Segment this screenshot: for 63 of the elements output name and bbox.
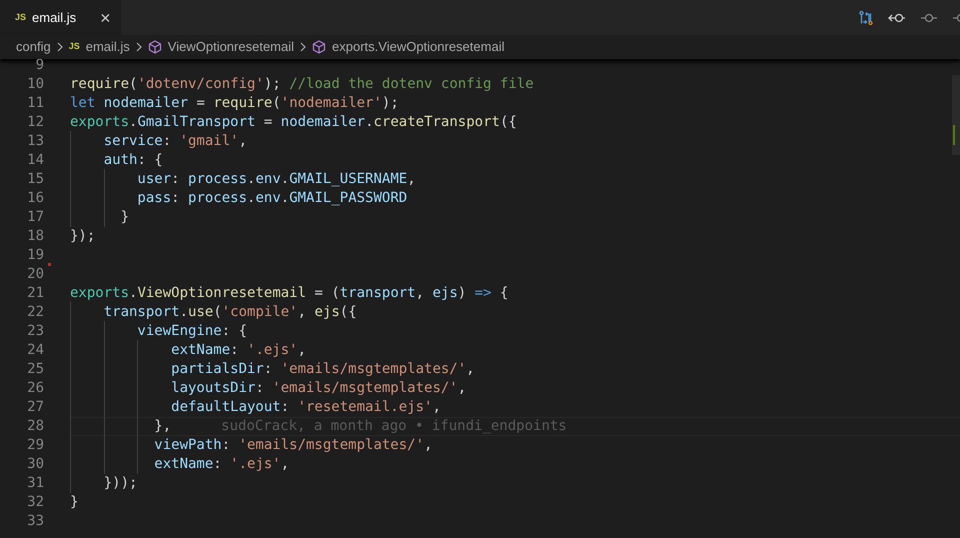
line-number: 31 — [26, 474, 44, 493]
line-number: 10 — [26, 75, 44, 94]
gutter-change-marker — [48, 263, 51, 266]
line-number: 19 — [26, 246, 44, 265]
breadcrumb-item[interactable]: exports.ViewOptionresetemail — [332, 37, 504, 57]
js-file-icon: JS — [15, 10, 26, 24]
line-number: 13 — [26, 132, 44, 151]
code-line: service: 'gmail', — [70, 131, 248, 152]
line-number: 25 — [26, 360, 44, 379]
line-number: 18 — [26, 227, 44, 246]
breadcrumb-item[interactable]: ViewOptionresetemail — [168, 37, 294, 57]
code-line: user: process.env.GMAIL_USERNAME, — [70, 169, 416, 190]
chevron-right-icon — [299, 42, 308, 52]
code-line: viewPath: 'emails/msgtemplates/', — [70, 435, 432, 456]
code-line: extName: '.ejs', — [70, 454, 290, 475]
code-line: exports.ViewOptionresetemail = (transport, ejs) => { — [70, 284, 508, 303]
editor-tab[interactable]: JS email.js × — [0, 0, 121, 35]
line-number: 26 — [26, 379, 44, 398]
line-number: 32 — [26, 493, 44, 512]
code-line: })); — [70, 473, 138, 494]
line-number: 33 — [26, 512, 44, 531]
code-line: }, — [70, 416, 172, 437]
line-number: 30 — [26, 455, 44, 474]
line-number: 23 — [26, 322, 44, 341]
cube-icon — [148, 40, 162, 54]
minimap-change-marker — [953, 125, 955, 145]
line-number: 15 — [26, 170, 44, 189]
code-line: }); — [70, 227, 96, 246]
js-file-icon: JS — [68, 40, 80, 54]
tab-label: email.js — [32, 8, 76, 27]
line-number: 29 — [26, 436, 44, 455]
compare-changes-icon[interactable] — [858, 10, 874, 26]
breadcrumb-item[interactable]: email.js — [86, 37, 130, 57]
code-line: let nodemailer = require('nodemailer'); — [70, 94, 399, 113]
line-number: 11 — [26, 94, 44, 113]
line-number: 27 — [26, 398, 44, 417]
chevron-right-icon — [134, 42, 143, 52]
code-line: pass: process.env.GMAIL_PASSWORD — [70, 188, 408, 209]
code-line: layoutsDir: 'emails/msgtemplates/', — [70, 378, 466, 399]
git-blame-annotation: sudoCrack, a month ago • ifundi_endpoints — [221, 417, 567, 436]
line-number: 28 — [26, 417, 44, 436]
code-line: defaultLayout: 'resetemail.ejs', — [70, 397, 441, 418]
code-line: extName: '.ejs', — [70, 340, 306, 361]
close-button[interactable]: × — [100, 8, 111, 26]
chevron-right-icon — [56, 42, 64, 52]
line-number: 14 — [26, 151, 44, 170]
line-number: 17 — [26, 208, 44, 227]
cube-icon — [312, 40, 326, 54]
code-line: auth: { — [70, 150, 163, 171]
code-line: } — [70, 207, 130, 228]
code-line: } — [70, 493, 78, 512]
line-number: 21 — [26, 284, 44, 303]
line-number: 16 — [26, 189, 44, 208]
code-line: require('dotenv/config'); //load the dotenv config file — [70, 75, 534, 94]
code-line: transport.use('compile', ejs({ — [70, 302, 357, 323]
code-line: exports.GmailTransport = nodemailer.createTransport({ — [70, 113, 517, 132]
line-number: 24 — [26, 341, 44, 360]
breadcrumb-item[interactable]: config — [16, 37, 51, 57]
code-line: partialsDir: 'emails/msgtemplates/', — [70, 359, 475, 380]
code-line: viewEngine: { — [70, 321, 248, 342]
line-number: 12 — [26, 113, 44, 132]
line-number: 20 — [26, 265, 44, 284]
line-number: 22 — [26, 303, 44, 322]
